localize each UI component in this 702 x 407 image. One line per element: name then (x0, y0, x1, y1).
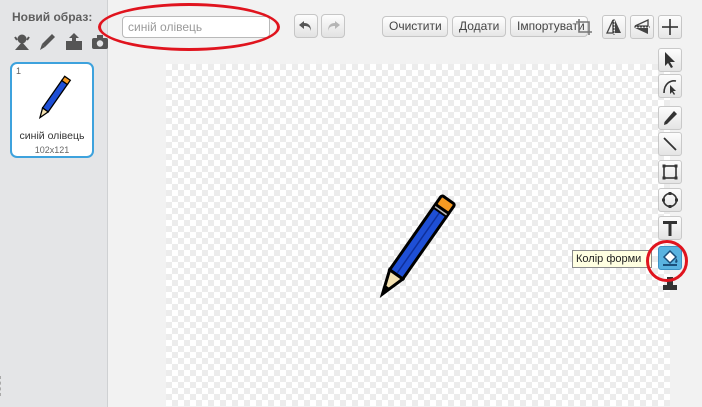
rectangle-tool[interactable] (658, 160, 682, 184)
line-tool[interactable] (658, 132, 682, 156)
ellipse-icon (662, 192, 678, 208)
pencil-icon (664, 111, 677, 125)
reshape-icon (663, 80, 677, 95)
costume-thumbnail[interactable]: 1 синій олівець 102x121 (10, 62, 94, 158)
text-tool[interactable] (658, 216, 682, 240)
paint-editor: Очистити Додати Імпортувати (108, 0, 702, 407)
redo-icon (328, 21, 340, 31)
select-icon (665, 52, 675, 68)
text-icon (663, 221, 677, 236)
line-icon (663, 137, 677, 151)
costume-name-input[interactable] (122, 16, 270, 38)
undo-icon (299, 21, 311, 31)
reshape-tool[interactable] (658, 74, 682, 98)
clear-button[interactable]: Очистити (382, 16, 448, 37)
flip-vertical-icon (634, 18, 650, 34)
flip-horizontal-button[interactable] (602, 15, 626, 39)
costume-drawing (379, 194, 456, 298)
panel-divider (0, 376, 6, 396)
sprite-library-icon[interactable] (12, 32, 32, 52)
drawing-canvas[interactable] (166, 64, 670, 406)
fill-bucket-icon (662, 249, 678, 266)
costume-thumbnail-image (38, 75, 72, 120)
costume-panel: Новий образ: 1 синій олівець 102x121 (0, 0, 108, 407)
costume-index: 1 (16, 66, 22, 76)
new-costume-label: Новий образ: (12, 10, 93, 24)
flip-horizontal-icon (605, 19, 621, 35)
paint-brush-icon[interactable] (38, 32, 58, 52)
camera-icon[interactable] (90, 32, 110, 52)
costume-name: синій олівець (19, 130, 85, 142)
upload-icon[interactable] (64, 32, 84, 52)
flip-vertical-button[interactable] (630, 15, 654, 39)
pencil-tool[interactable] (658, 106, 682, 130)
rectangle-icon (662, 164, 678, 180)
undo-button[interactable] (294, 14, 318, 38)
select-tool[interactable] (658, 48, 682, 72)
set-center-icon (662, 19, 678, 35)
set-center-button[interactable] (658, 15, 682, 39)
fill-tool[interactable] (658, 246, 682, 270)
stamp-icon (663, 277, 677, 290)
ellipse-tool[interactable] (658, 188, 682, 212)
crop-icon (576, 19, 592, 35)
stamp-tool[interactable] (658, 276, 682, 294)
new-costume-options (12, 32, 110, 52)
add-button[interactable]: Додати (452, 16, 506, 37)
tool-tooltip: Колір форми (572, 250, 652, 268)
redo-button[interactable] (321, 14, 345, 38)
crop-button[interactable] (572, 15, 596, 39)
costume-size: 102x121 (34, 145, 70, 155)
